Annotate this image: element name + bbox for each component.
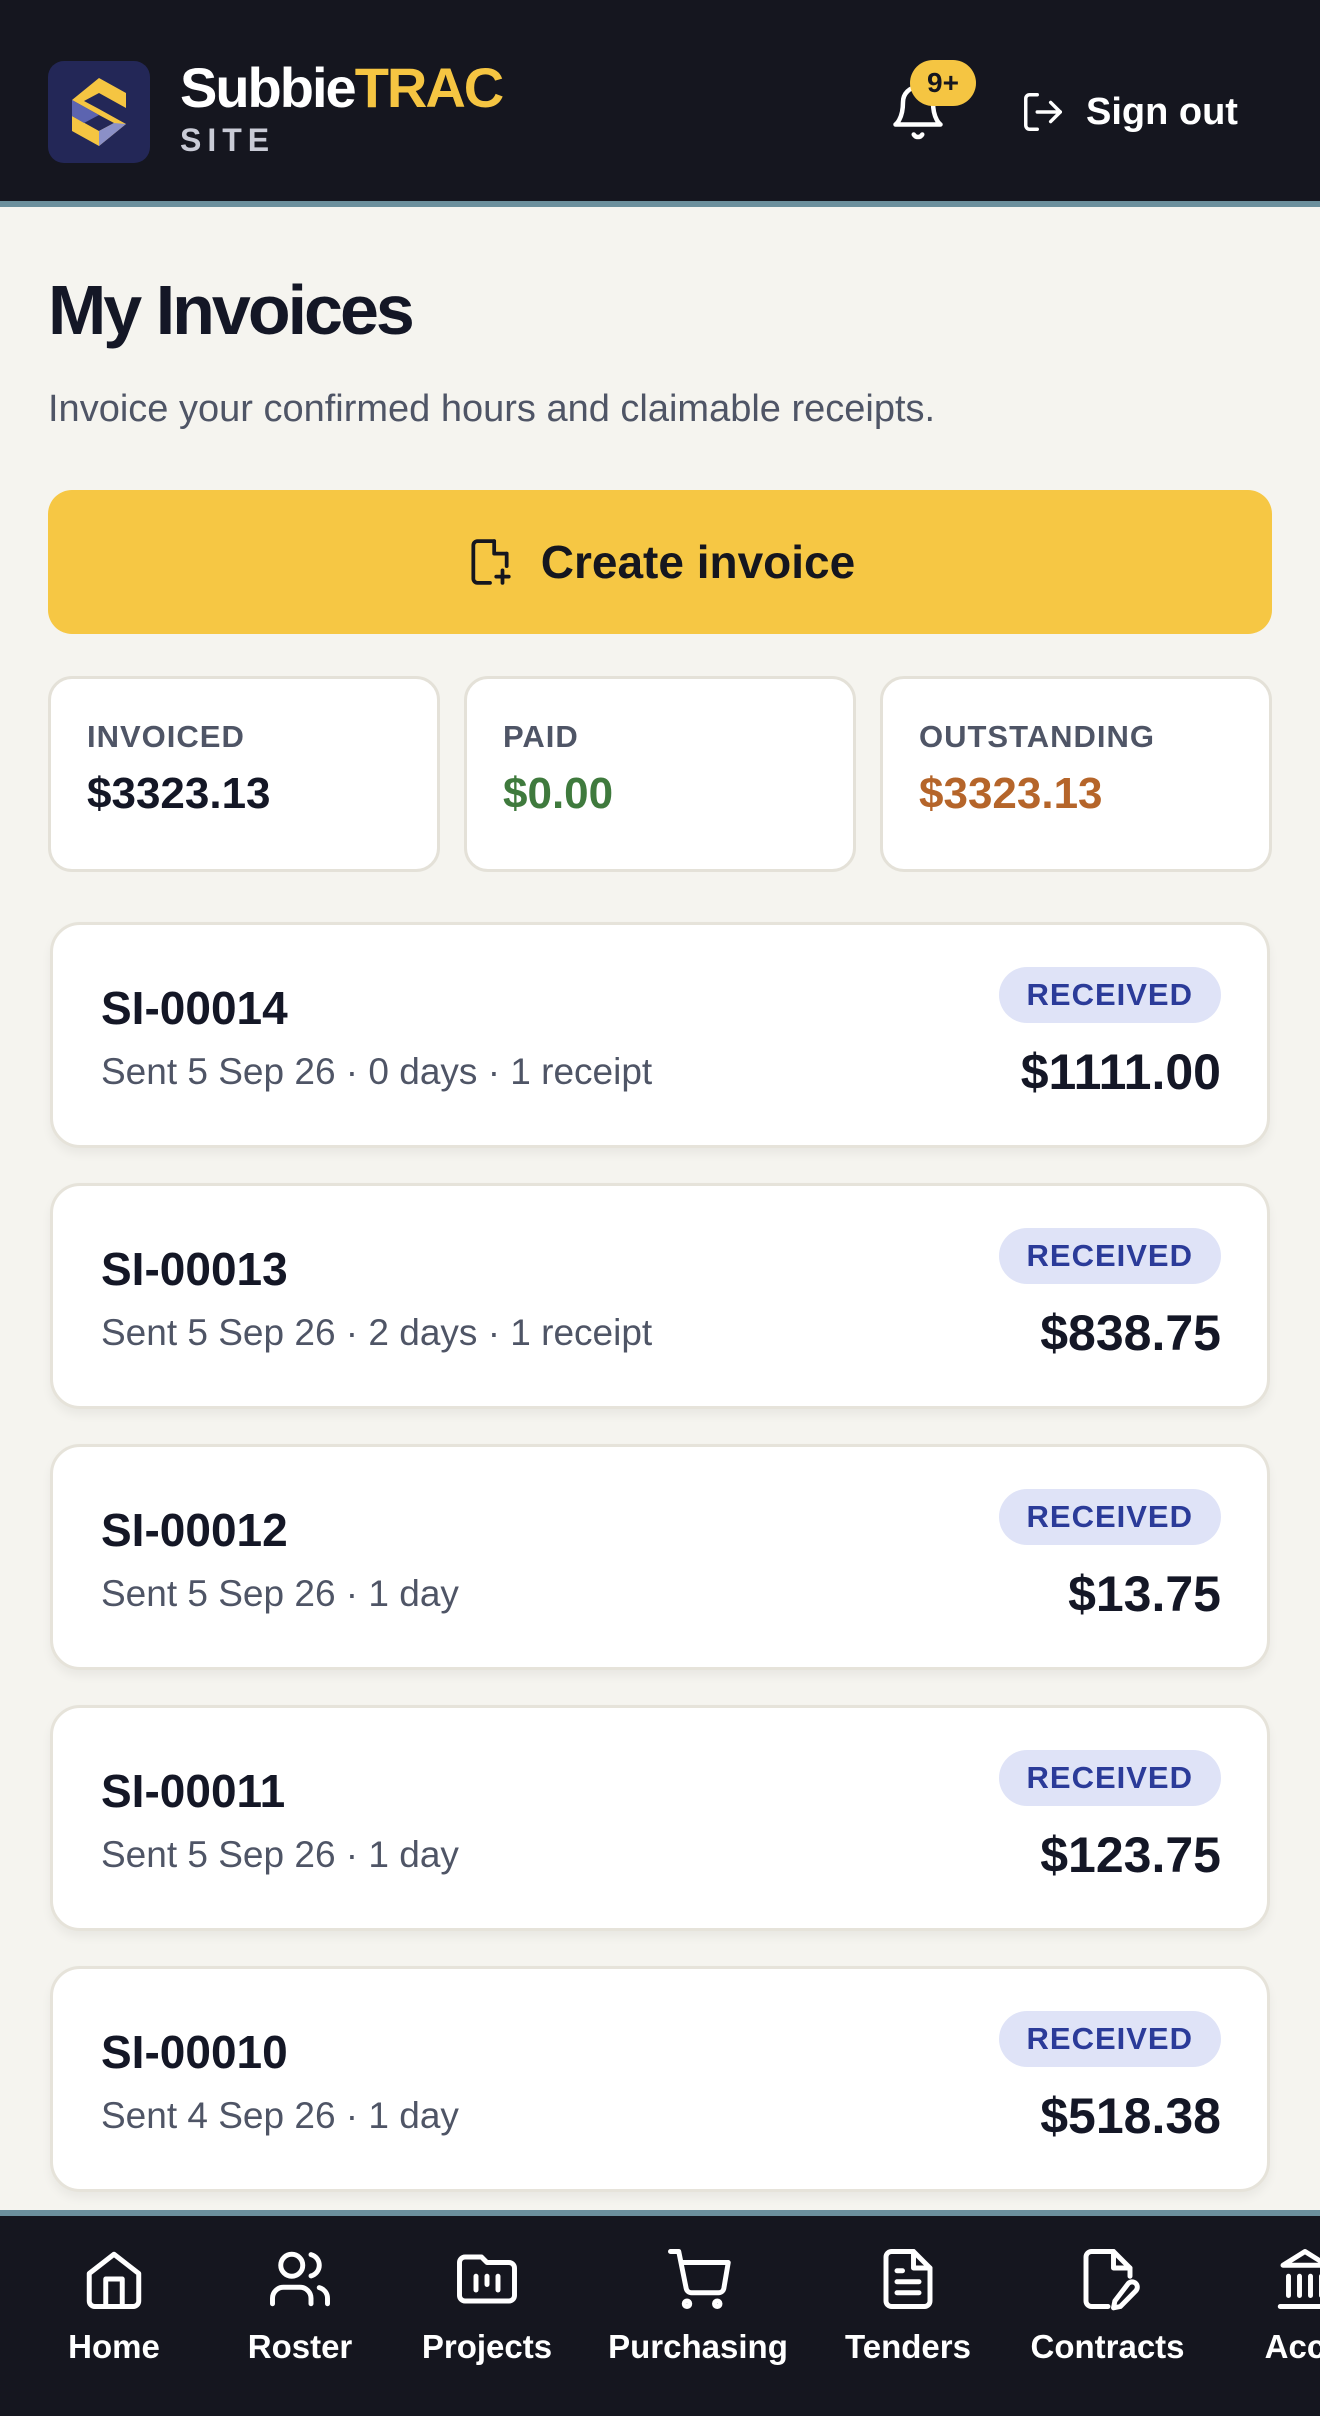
brand-wordmark: Subbie TRAC SITE — [180, 56, 505, 159]
invoice-amount: $1111.00 — [1020, 1044, 1221, 1100]
nav-label: Home — [68, 2328, 160, 2365]
stat-value: $0.00 — [503, 769, 614, 818]
invoice-meta: Sent 5 Sep 26 · 2 days · 1 receipt — [101, 1312, 653, 1353]
create-invoice-label: Create invoice — [540, 536, 856, 588]
invoice-id: SI-00012 — [101, 1504, 288, 1556]
nav-label: Acco — [1264, 2328, 1320, 2365]
notification-count-badge: 9+ — [910, 60, 976, 106]
logo-mark-icon — [72, 78, 126, 146]
invoice-amount: $838.75 — [1040, 1305, 1221, 1361]
page-title: My Invoices — [48, 271, 415, 349]
invoice-card[interactable]: SI-00014 Sent 5 Sep 26 · 0 days · 1 rece… — [50, 922, 1270, 1148]
status-badge: RECEIVED — [998, 1228, 1221, 1284]
nav-item-roster[interactable]: Roster — [240, 2246, 360, 2396]
nav-item-projects[interactable]: Projects — [412, 2246, 562, 2396]
brand-name-part: Subbie — [180, 56, 357, 119]
stat-value: $3323.13 — [919, 769, 1103, 818]
nav-item-contracts[interactable]: Contracts — [1025, 2246, 1190, 2396]
sign-out-button[interactable]: Sign out — [1020, 84, 1238, 140]
stat-label: PAID — [503, 719, 579, 754]
nav-item-purchasing[interactable]: Purchasing — [598, 2246, 798, 2396]
brand-name-accent: TRAC — [354, 56, 505, 119]
invoice-amount: $123.75 — [1040, 1827, 1221, 1883]
nav-label: Purchasing — [608, 2328, 788, 2365]
sign-out-icon — [1024, 93, 1062, 131]
invoice-meta: Sent 5 Sep 26 · 0 days · 1 receipt — [101, 1051, 653, 1092]
invoice-card[interactable]: SI-00012 Sent 5 Sep 26 · 1 day RECEIVED … — [50, 1444, 1270, 1670]
invoice-card[interactable]: SI-00013 Sent 5 Sep 26 · 2 days · 1 rece… — [50, 1183, 1270, 1409]
stat-paid: PAID $0.00 — [464, 676, 856, 872]
invoice-card[interactable]: SI-00010 Sent 4 Sep 26 · 1 day RECEIVED … — [50, 1966, 1270, 2192]
invoice-card[interactable]: SI-00011 Sent 5 Sep 26 · 1 day RECEIVED … — [50, 1705, 1270, 1931]
status-badge: RECEIVED — [998, 2011, 1221, 2067]
invoice-id: SI-00014 — [101, 982, 288, 1034]
app-logo[interactable] — [48, 61, 150, 163]
file-plus-icon — [471, 539, 511, 585]
status-badge: RECEIVED — [998, 1489, 1221, 1545]
stat-invoiced: INVOICED $3323.13 — [48, 676, 440, 872]
page-subtitle: Invoice your confirmed hours and claimab… — [48, 388, 936, 430]
invoice-amount: $518.38 — [1040, 2088, 1221, 2144]
brand-subtitle: SITE — [180, 122, 276, 158]
contract-edit-icon — [1083, 2249, 1140, 2311]
status-badge: RECEIVED — [998, 1750, 1221, 1806]
users-icon — [270, 2251, 330, 2307]
home-icon — [86, 2251, 142, 2309]
invoice-meta: Sent 5 Sep 26 · 1 day — [101, 1573, 459, 1614]
sign-out-label: Sign out — [1086, 90, 1238, 133]
nav-label: Roster — [247, 2328, 353, 2365]
nav-item-home[interactable]: Home — [54, 2246, 174, 2396]
invoice-id: SI-00013 — [101, 1243, 288, 1295]
cart-icon — [668, 2249, 731, 2309]
nav-label: Contracts — [1030, 2328, 1185, 2365]
document-icon — [883, 2249, 933, 2309]
invoice-id: SI-00010 — [101, 2026, 288, 2078]
nav-label: Tenders — [845, 2328, 971, 2365]
stat-value: $3323.13 — [87, 769, 271, 818]
stat-outstanding: OUTSTANDING $3323.13 — [880, 676, 1272, 872]
nav-item-accounts[interactable]: Acco — [1240, 2246, 1320, 2396]
invoice-meta: Sent 4 Sep 26 · 1 day — [101, 2095, 459, 2136]
app-header: Subbie TRAC SITE 9+ Sign out — [0, 0, 1320, 207]
stat-label: INVOICED — [87, 719, 245, 754]
create-invoice-button[interactable]: Create invoice — [48, 490, 1272, 634]
invoice-id: SI-00011 — [101, 1765, 286, 1817]
status-badge: RECEIVED — [998, 967, 1221, 1023]
invoice-amount: $13.75 — [1068, 1566, 1221, 1622]
bottom-navigation: Home Roster Projects Purchasing Tenders … — [0, 2210, 1320, 2416]
folder-icon — [457, 2254, 517, 2304]
nav-item-tenders[interactable]: Tenders — [838, 2246, 978, 2396]
nav-label: Projects — [421, 2328, 553, 2365]
stat-label: OUTSTANDING — [919, 719, 1156, 754]
bank-icon — [1277, 2249, 1320, 2309]
invoice-meta: Sent 5 Sep 26 · 1 day — [101, 1834, 459, 1875]
